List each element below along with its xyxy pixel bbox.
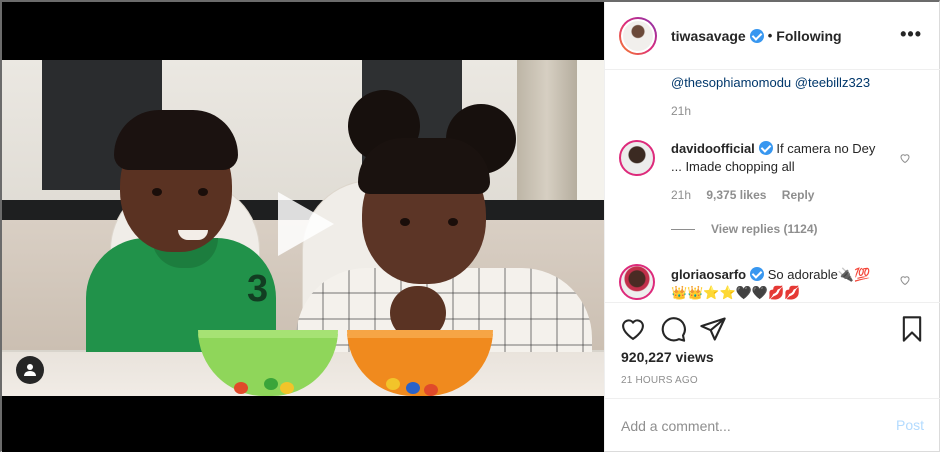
verified-badge-icon <box>750 267 765 281</box>
commenter-avatar[interactable] <box>619 140 655 176</box>
commenter-username[interactable]: gloriaosarfo <box>671 267 746 282</box>
commenter-avatar[interactable] <box>619 264 655 300</box>
like-comment-heart-icon[interactable] <box>899 274 911 286</box>
following-button[interactable]: Following <box>776 28 841 44</box>
comment-text: ... Imade chopping all <box>671 159 795 174</box>
add-comment-section: Post <box>605 398 940 451</box>
caption-time[interactable]: 21h <box>671 104 903 118</box>
mention-link[interactable]: @thesophiamomodu <box>671 75 791 90</box>
tagged-users-button[interactable] <box>16 356 44 384</box>
comment-input[interactable] <box>621 415 871 437</box>
user-icon <box>24 364 36 376</box>
comment-text: 👑👑⭐⭐🖤🖤💋💋 <box>671 285 801 300</box>
comments-list[interactable]: @thesophiamomodu @teebillz323 21h davido… <box>605 70 940 302</box>
comment-likes[interactable]: 9,375 likes <box>706 188 766 202</box>
author-username[interactable]: tiwasavage <box>671 28 746 44</box>
like-heart-icon[interactable] <box>619 315 647 343</box>
reply-button[interactable]: Reply <box>782 188 815 202</box>
author-avatar[interactable] <box>619 16 657 55</box>
mention-link[interactable]: @teebillz323 <box>795 75 870 90</box>
play-icon[interactable] <box>278 192 334 256</box>
post-header: tiwasavage • Following ••• <box>605 2 940 70</box>
verified-badge-icon <box>749 28 764 43</box>
post-actions: 920,227 views 21 HOURS AGO <box>605 302 940 398</box>
comment-time[interactable]: 21h <box>671 188 691 202</box>
video-player[interactable]: 3 <box>2 2 604 452</box>
view-count[interactable]: 920,227 views <box>621 349 714 365</box>
comment-text: So adorable🔌💯 <box>767 267 871 282</box>
share-icon[interactable] <box>699 315 727 343</box>
post-comment-button[interactable]: Post <box>896 417 924 433</box>
post-sidebar: tiwasavage • Following ••• @thesophiamom… <box>604 2 940 451</box>
verified-badge-icon <box>758 141 773 155</box>
more-horizontal-icon[interactable]: ••• <box>900 24 922 45</box>
comment-text: If camera no Dey <box>776 141 876 156</box>
view-replies-button[interactable]: View replies (1124) <box>711 222 818 236</box>
post-timestamp: 21 HOURS AGO <box>621 375 698 386</box>
save-bookmark-icon[interactable] <box>898 315 926 343</box>
commenter-username[interactable]: davidoofficial <box>671 141 755 156</box>
comment-icon[interactable] <box>659 315 687 343</box>
like-comment-heart-icon[interactable] <box>899 152 911 164</box>
